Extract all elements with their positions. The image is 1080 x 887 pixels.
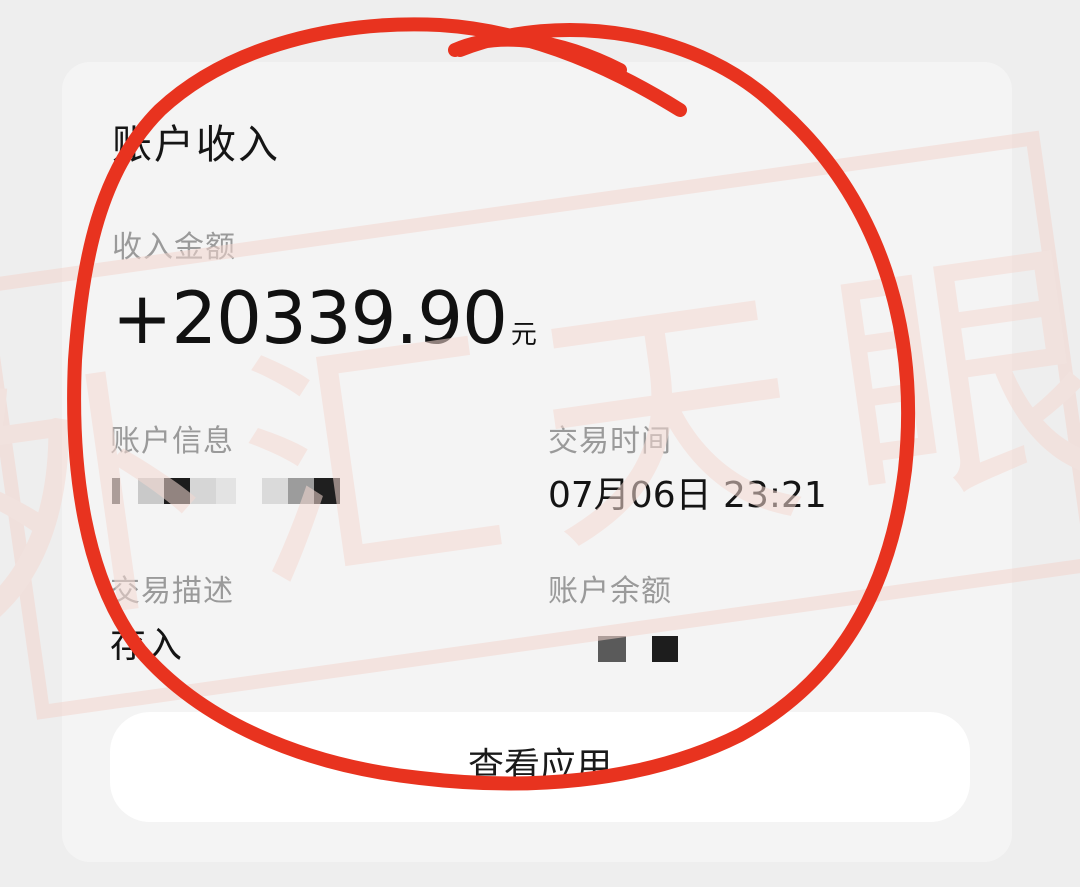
trade-time-label: 交易时间 bbox=[548, 424, 672, 459]
account-info-value bbox=[112, 478, 342, 504]
account-info-label: 账户信息 bbox=[110, 424, 234, 459]
trade-desc-label: 交易描述 bbox=[110, 574, 234, 609]
income-unit: 元 bbox=[510, 320, 537, 350]
card-title: 账户收入 bbox=[112, 122, 280, 168]
notification-screenshot: 账户收入 收入金额 +20339.90 元 账户信息 交易时间 07月06日 23… bbox=[0, 0, 1080, 887]
balance-label: 账户余额 bbox=[548, 574, 672, 609]
trade-desc-value: 存入 bbox=[110, 625, 183, 666]
balance-value bbox=[598, 636, 680, 662]
view-app-button[interactable]: 查看应用 bbox=[110, 712, 970, 822]
income-amount-label: 收入金额 bbox=[112, 230, 236, 265]
trade-time-value: 07月06日 23:21 bbox=[548, 475, 827, 516]
income-amount: +20339.90 元 bbox=[112, 276, 537, 360]
income-amount-value: +20339.90 bbox=[112, 276, 508, 360]
